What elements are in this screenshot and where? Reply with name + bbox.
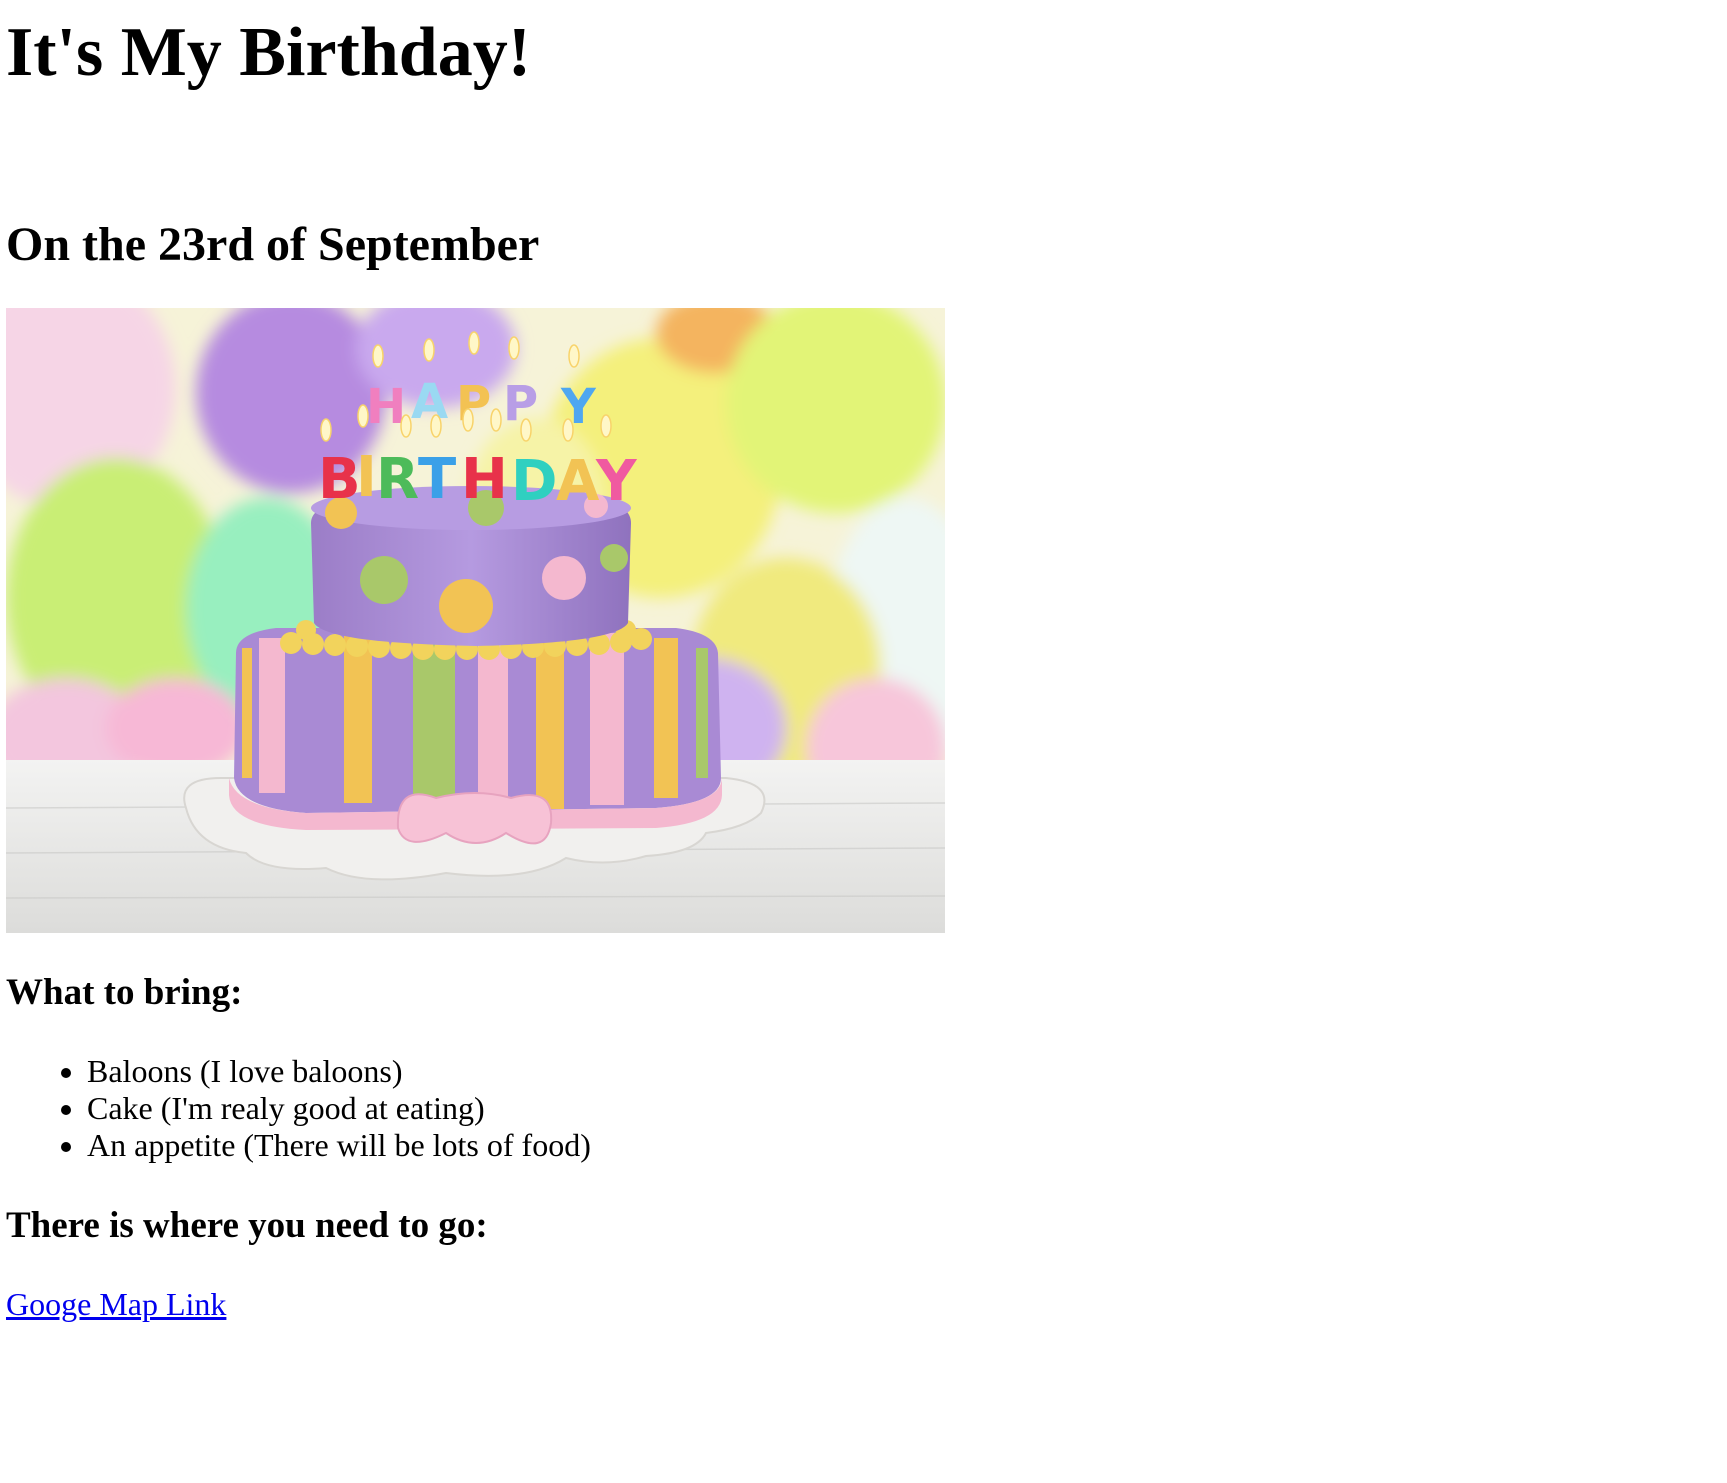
bow <box>396 791 553 844</box>
bring-list: Baloons (I love baloons) Cake (I'm realy… <box>6 1053 1727 1164</box>
directions-heading: There is where you need to go: <box>6 1204 488 1246</box>
list-item: An appetite (There will be lots of food) <box>87 1127 1727 1164</box>
svg-text:H: H <box>366 379 406 435</box>
svg-text:A: A <box>556 449 600 514</box>
bring-heading: What to bring: <box>6 971 243 1013</box>
birthday-cake-image: H A P P Y B I R T H D A Y <box>6 307 945 933</box>
svg-text:T: T <box>418 447 456 512</box>
google-map-link[interactable]: Googe Map Link <box>6 1286 226 1323</box>
list-item: Cake (I'm realy good at eating) <box>87 1090 1727 1127</box>
svg-text:A: A <box>411 374 448 430</box>
bottom-tier <box>234 627 721 813</box>
svg-text:R: R <box>376 447 419 512</box>
svg-text:D: D <box>511 449 557 514</box>
svg-text:B: B <box>318 447 361 512</box>
svg-text:Y: Y <box>595 449 638 514</box>
svg-text:P: P <box>456 376 491 432</box>
svg-text:P: P <box>503 376 538 432</box>
svg-text:H: H <box>461 447 508 512</box>
page-title: It's My Birthday! <box>6 14 531 91</box>
svg-text:I: I <box>356 445 377 510</box>
candles-birthday: B I R T H D A Y <box>318 445 638 514</box>
list-item: Baloons (I love baloons) <box>87 1053 1727 1090</box>
date-heading: On the 23rd of September <box>6 218 540 271</box>
